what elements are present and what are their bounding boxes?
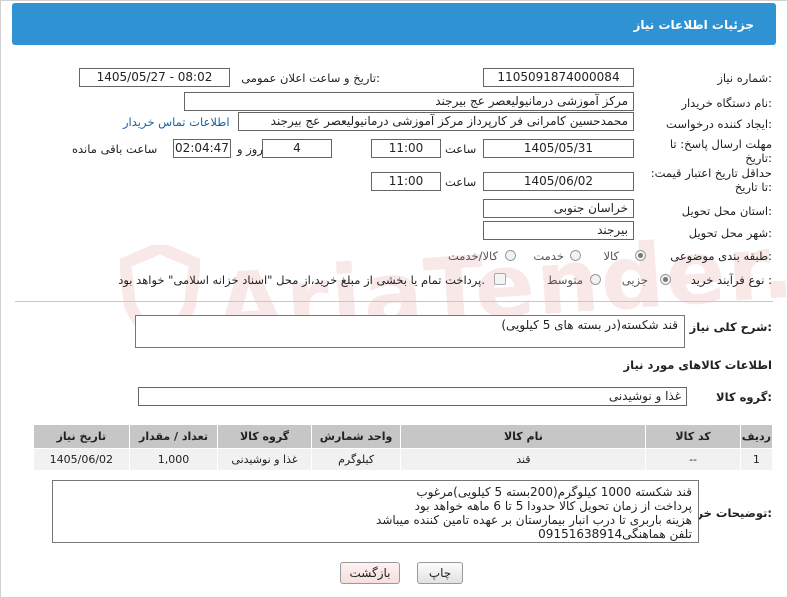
category-option-goods: کالا <box>603 249 619 263</box>
process-option-minor: جزیی <box>621 273 648 287</box>
need-number-label: شماره نیاز: <box>717 71 772 85</box>
back-button[interactable]: بازگشت <box>340 562 400 584</box>
buyer-contact-link[interactable]: اطلاعات تماس خریدار <box>123 115 230 129</box>
deadline-time-field: 11:00 <box>371 139 441 158</box>
category-option-service: خدمت <box>533 249 564 263</box>
cell-name: قند <box>400 448 647 471</box>
requester-field: محمدحسین کامرانی فر کارپرداز مرکز آموزشی… <box>238 112 634 131</box>
announce-label: تاریخ و ساعت اعلان عمومی: <box>241 71 380 85</box>
process-label: نوع فرآیند خرید : <box>690 273 772 287</box>
goods-group-field: غذا و نوشیدنی <box>138 387 687 406</box>
category-radio-service[interactable] <box>570 250 581 261</box>
remaining-field: 02:04:47 <box>173 139 231 158</box>
summary-label: شرح کلی نیاز: <box>689 320 772 334</box>
col-quantity: تعداد / مقدار <box>128 424 219 449</box>
city-label: شهر محل تحویل: <box>688 226 772 240</box>
buyer-notes-line: هزینه باربری تا درب انبار بیمارستان بر ع… <box>376 513 692 527</box>
header-bar: جزئیات اطلاعات نیاز <box>12 3 776 45</box>
col-group: گروه کالا <box>217 424 312 449</box>
col-unit: واحد شمارش <box>310 424 402 449</box>
remaining-label: ساعت باقی مانده <box>72 142 158 156</box>
goods-group-label: گروه کالا: <box>716 390 772 404</box>
cell-row: 1 <box>739 448 774 471</box>
category-radio-both[interactable] <box>505 250 516 261</box>
category-radio-goods[interactable] <box>635 250 646 261</box>
process-option-medium: متوسط <box>546 273 583 287</box>
table-row: 1405/06/02 1,000 غذا و نوشیدنی کیلوگرم ق… <box>33 448 774 471</box>
province-field: خراسان جنوبی <box>483 199 634 218</box>
deadline-date-field: 1405/05/31 <box>483 139 634 158</box>
validity-time-label: ساعت <box>445 175 477 189</box>
buyer-org-field: مرکز آموزشی درمانیولیعصر عج بیرجند <box>184 92 634 111</box>
need-number-field: 1105091874000084 <box>483 68 634 87</box>
process-radio-medium[interactable] <box>590 274 601 285</box>
treasury-payment-note: پرداخت تمام یا بخشی از مبلغ خرید،از محل … <box>118 273 485 287</box>
summary-textarea: قند شکسته(در بسته های 5 کیلویی) <box>135 315 685 348</box>
deadline-time-label: ساعت <box>445 142 477 156</box>
cell-quantity: 1,000 <box>128 448 219 471</box>
col-need-date: تاریخ نیاز <box>33 424 130 449</box>
validity-time-field: 11:00 <box>371 172 441 191</box>
deadline-label: مهلت ارسال پاسخ: تا تاریخ: <box>669 137 772 165</box>
days-label: روز و <box>237 142 263 156</box>
section-divider <box>15 301 773 302</box>
validity-label: حداقل تاریخ اعتبار قیمت: تا تاریخ: <box>650 166 772 194</box>
goods-table: تاریخ نیاز تعداد / مقدار گروه کالا واحد … <box>33 424 774 471</box>
category-option-both: کالا/خدمت <box>447 249 498 263</box>
cell-unit: کیلوگرم <box>310 448 402 471</box>
treasury-payment-checkbox[interactable] <box>494 273 506 285</box>
announce-field: 1405/05/27 - 08:02 <box>79 68 230 87</box>
requester-label: ایجاد کننده درخواست: <box>666 117 772 131</box>
col-row: ردیف <box>739 424 774 449</box>
cell-need-date: 1405/06/02 <box>33 448 130 471</box>
goods-table-header: تاریخ نیاز تعداد / مقدار گروه کالا واحد … <box>33 424 774 449</box>
goods-section-title: اطلاعات کالاهای مورد نیاز <box>623 358 772 372</box>
page-title: جزئیات اطلاعات نیاز <box>633 18 754 32</box>
buyer-org-label: نام دستگاه خریدار: <box>681 96 772 110</box>
cell-code: -- <box>645 448 741 471</box>
city-field: بیرجند <box>483 221 634 240</box>
buyer-notes-line: قند شکسته 1000 کیلوگرم(200بسته 5 کیلویی)… <box>416 485 692 499</box>
cell-group: غذا و نوشیدنی <box>217 448 312 471</box>
validity-date-field: 1405/06/02 <box>483 172 634 191</box>
col-name: نام کالا <box>400 424 647 449</box>
days-field: 4 <box>262 139 332 158</box>
process-radio-minor[interactable] <box>660 274 671 285</box>
province-label: استان محل تحویل: <box>681 204 772 218</box>
buyer-notes-line: تلفن هماهنگی09151638914 <box>538 527 692 541</box>
col-code: کد کالا <box>645 424 741 449</box>
buyer-notes-line: پرداخت از زمان تحویل کالا حدودا 5 تا 6 م… <box>414 499 692 513</box>
print-button[interactable]: چاپ <box>417 562 463 584</box>
category-label: طبقه بندی موضوعی: <box>670 249 772 263</box>
buyer-notes-textarea: قند شکسته 1000 کیلوگرم(200بسته 5 کیلویی)… <box>52 480 699 543</box>
